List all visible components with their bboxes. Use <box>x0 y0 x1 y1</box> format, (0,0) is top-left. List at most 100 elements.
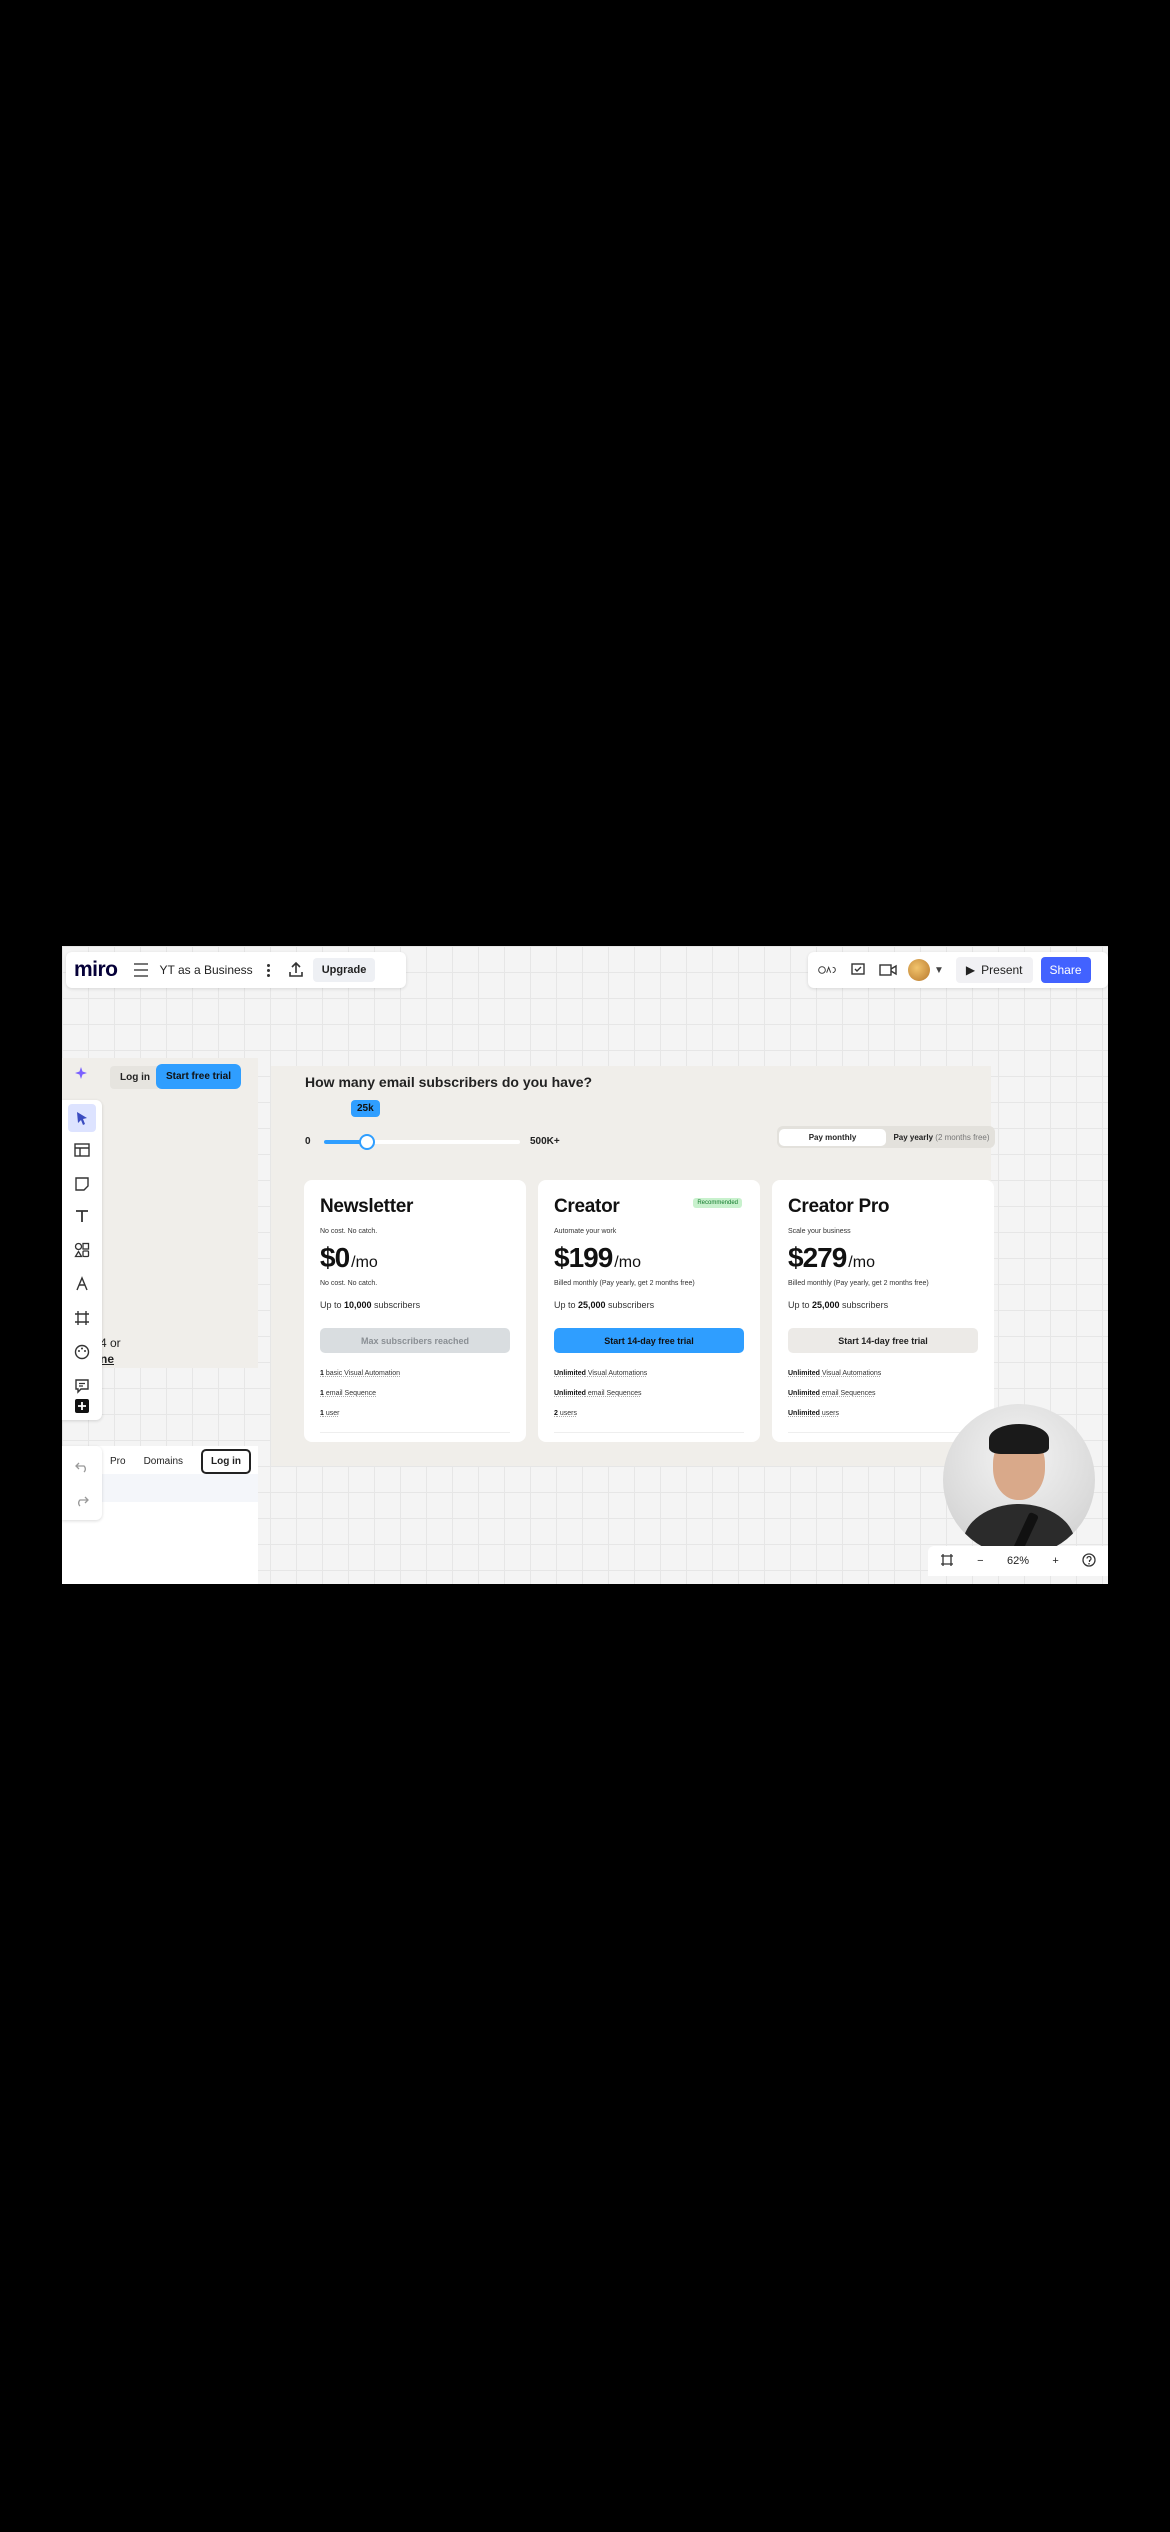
share-button[interactable]: Share <box>1040 957 1091 983</box>
feature-text: email Sequence <box>323 1390 377 1397</box>
plan-price-period: /mo <box>614 1254 641 1271</box>
pay-yearly-option[interactable]: Pay yearly (2 months free) <box>888 1133 995 1142</box>
plan-price-period: /mo <box>848 1254 875 1271</box>
help-icon[interactable] <box>1082 1552 1096 1570</box>
comment-tool-icon[interactable] <box>72 1376 92 1396</box>
pen-icon[interactable] <box>72 1274 92 1294</box>
plan-title: Creator Pro <box>788 1196 890 1217</box>
nav-login-button[interactable]: Log in <box>201 1448 252 1474</box>
feature-text: Visual Automations <box>819 1370 882 1377</box>
plan-subscribers: Up to 10,000 subscribers <box>320 1300 420 1310</box>
webcam-overlay <box>943 1404 1095 1556</box>
plan-feature: Unlimited email Sequences <box>554 1390 642 1397</box>
subs-suffix: subscribers <box>839 1300 889 1310</box>
recommended-badge: Recommended <box>693 1198 742 1208</box>
pay-monthly-option[interactable]: Pay monthly <box>779 1128 886 1146</box>
plan-price: $199/mo <box>554 1242 641 1274</box>
card-divider <box>788 1432 978 1433</box>
table-icon[interactable] <box>72 1140 92 1160</box>
board-title[interactable]: YT as a Business <box>160 963 253 977</box>
frame-text-fragment: 4 or <box>100 1336 121 1350</box>
miro-board[interactable]: miro YT as a Business Upgrade ▼ ▶ Presen… <box>62 946 1108 1584</box>
plan-title: Newsletter <box>320 1196 414 1217</box>
subs-prefix: Up to <box>788 1300 813 1310</box>
plan-feature: Unlimited email Sequences <box>788 1390 876 1397</box>
card-divider <box>320 1432 510 1433</box>
plan-billing-note: Billed monthly (Pay yearly, get 2 months… <box>788 1280 929 1287</box>
subs-count: 25,000 <box>812 1300 840 1310</box>
reactions-icon[interactable] <box>818 960 838 980</box>
comment-icon[interactable] <box>848 960 868 980</box>
zoom-level[interactable]: 62% <box>1007 1555 1029 1567</box>
miro-logo[interactable]: miro <box>74 958 118 982</box>
feature-text: email Sequences <box>585 1390 642 1397</box>
upgrade-button[interactable]: Upgrade <box>312 958 376 982</box>
plan-feature: Unlimited Visual Automations <box>788 1370 881 1377</box>
sticky-note-icon[interactable] <box>72 1174 92 1194</box>
kebab-icon[interactable] <box>266 963 271 977</box>
start-trial-button[interactable]: Start 14-day free trial <box>788 1328 978 1353</box>
feature-count: Unlimited <box>788 1410 820 1417</box>
palette-icon[interactable] <box>72 1342 92 1362</box>
plan-feature: 2 users <box>554 1410 577 1417</box>
pay-yearly-note: (2 months free) <box>935 1132 990 1142</box>
frame-icon[interactable] <box>72 1308 92 1328</box>
select-cursor-icon[interactable] <box>68 1104 96 1132</box>
menu-icon[interactable] <box>133 963 148 977</box>
feature-count: Unlimited <box>554 1370 586 1377</box>
frame-trial-button[interactable]: Start free trial <box>156 1064 242 1089</box>
avatar[interactable] <box>908 959 930 981</box>
topbar-right: ▼ ▶ Present Share <box>808 952 1108 988</box>
plan-feature: Unlimited Visual Automations <box>554 1370 647 1377</box>
upload-icon[interactable] <box>287 961 305 979</box>
zoom-out-icon[interactable]: − <box>977 1555 983 1567</box>
frame-login-button[interactable]: Log in <box>110 1066 160 1089</box>
feature-text: Visual Automations <box>585 1370 648 1377</box>
plan-price-amount: $0 <box>320 1242 350 1273</box>
feature-count: Unlimited <box>788 1370 820 1377</box>
subscriber-slider[interactable] <box>324 1134 520 1150</box>
subs-suffix: subscribers <box>605 1300 655 1310</box>
presenter-hair <box>989 1424 1049 1454</box>
redo-icon[interactable] <box>72 1490 92 1510</box>
plan-price: $279/mo <box>788 1242 875 1274</box>
nav-pro[interactable]: Pro <box>110 1456 126 1467</box>
ai-sparkle-icon[interactable] <box>72 1064 92 1084</box>
plan-price-period: /mo <box>351 1254 378 1271</box>
nav-domains[interactable]: Domains <box>144 1456 183 1467</box>
plan-price-amount: $199 <box>554 1242 613 1273</box>
billing-toggle: Pay monthly Pay yearly (2 months free) <box>777 1126 995 1148</box>
feature-text: users <box>557 1410 577 1417</box>
plan-card-newsletter: Newsletter No cost. No catch. $0/mo No c… <box>304 1180 526 1442</box>
undo-icon[interactable] <box>72 1456 92 1476</box>
plan-card-creator-pro: Creator Pro Scale your business $279/mo … <box>772 1180 994 1442</box>
plan-card-creator: Creator Recommended Automate your work $… <box>538 1180 760 1442</box>
fit-view-icon[interactable] <box>940 1553 954 1570</box>
feature-text: basic Visual Automation <box>323 1370 401 1377</box>
plan-tagline: Automate your work <box>554 1228 617 1235</box>
feature-count: Unlimited <box>788 1390 820 1397</box>
max-subscribers-button[interactable]: Max subscribers reached <box>320 1328 510 1353</box>
subs-count: 25,000 <box>578 1300 606 1310</box>
plan-feature: 1 email Sequence <box>320 1390 376 1397</box>
frame-link-fragment: ne <box>100 1352 115 1366</box>
zoom-in-icon[interactable]: + <box>1052 1555 1058 1567</box>
start-trial-button[interactable]: Start 14-day free trial <box>554 1328 744 1353</box>
slider-value-badge: 25k <box>351 1100 380 1117</box>
add-icon[interactable] <box>72 1396 92 1416</box>
play-icon: ▶ <box>965 963 976 977</box>
slider-thumb[interactable] <box>359 1134 376 1150</box>
undo-redo-panel <box>62 1446 102 1520</box>
card-divider <box>554 1432 744 1433</box>
toolbar <box>62 1100 102 1420</box>
present-button[interactable]: ▶ Present <box>955 957 1033 983</box>
video-icon[interactable] <box>878 960 898 980</box>
plan-feature: 1 basic Visual Automation <box>320 1370 400 1377</box>
plan-price-amount: $279 <box>788 1242 847 1273</box>
plan-tagline: Scale your business <box>788 1228 851 1235</box>
left-nav: Pro Domains Log in <box>110 1446 252 1476</box>
text-icon[interactable] <box>72 1206 92 1226</box>
shapes-icon[interactable] <box>72 1240 92 1260</box>
slider-min-label: 0 <box>305 1136 311 1147</box>
chevron-down-icon[interactable]: ▼ <box>934 965 944 976</box>
